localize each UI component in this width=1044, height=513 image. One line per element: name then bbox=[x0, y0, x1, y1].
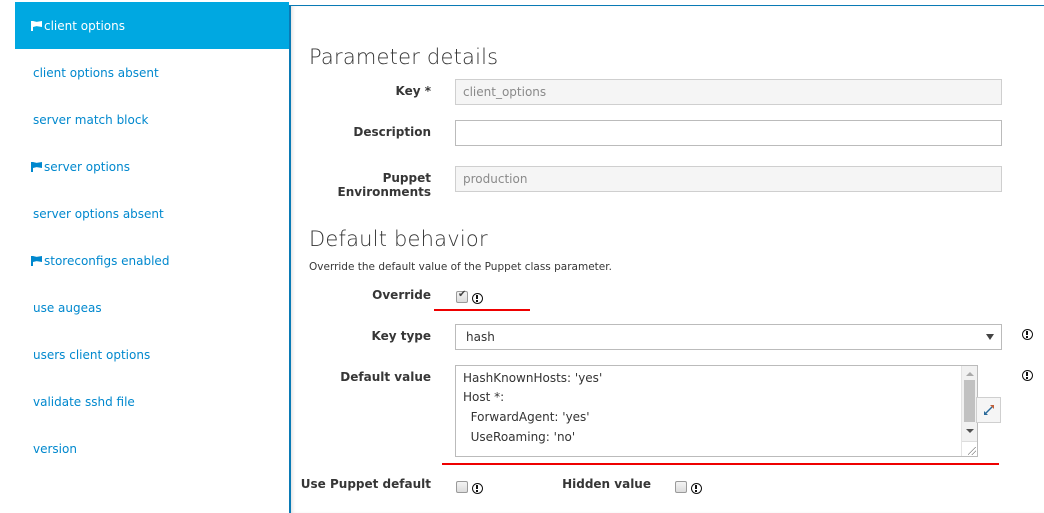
sidebar-item-server-options[interactable]: server options bbox=[15, 143, 289, 190]
sidebar-item-users-client-options[interactable]: users client options bbox=[15, 331, 289, 378]
sidebar-item-label: storeconfigs enabled bbox=[44, 253, 170, 268]
annotation-underline-default-value bbox=[442, 463, 999, 465]
code-line: HashKnownHosts: 'yes' bbox=[463, 371, 603, 385]
key-input[interactable]: client_options bbox=[455, 79, 1002, 105]
override-help-text: Override the default value of the Puppet… bbox=[309, 261, 612, 273]
sidebar-item-label: use augeas bbox=[33, 300, 102, 315]
code-line: ForwardAgent: 'yes' bbox=[463, 410, 590, 424]
expand-arrows-icon bbox=[984, 405, 994, 415]
scroll-up-arrow-icon[interactable] bbox=[966, 372, 974, 376]
fullscreen-button[interactable] bbox=[976, 397, 1001, 423]
use-puppet-default-label: Use Puppet default bbox=[300, 477, 431, 491]
key-type-select[interactable]: hash bbox=[455, 324, 1002, 350]
scroll-down-arrow-icon[interactable] bbox=[966, 429, 974, 433]
sidebar-item-server-options-absent[interactable]: server options absent bbox=[15, 190, 289, 237]
hidden-value-checkbox[interactable] bbox=[675, 481, 687, 493]
override-checkbox[interactable] bbox=[456, 289, 468, 303]
chevron-down-icon bbox=[986, 334, 994, 340]
sidebar-item-label: version bbox=[33, 441, 77, 456]
sidebar-item-client-options[interactable]: client options bbox=[15, 2, 289, 49]
key-type-label: Key type bbox=[371, 329, 431, 343]
flag-icon bbox=[31, 256, 42, 266]
scroll-thumb[interactable] bbox=[964, 380, 975, 422]
key-type-value: hash bbox=[466, 330, 495, 344]
default-value-info-icon[interactable] bbox=[1022, 370, 1033, 381]
puppet-environments-input[interactable]: production bbox=[455, 166, 1002, 192]
override-label: Override bbox=[372, 288, 431, 302]
annotation-underline-override bbox=[434, 309, 530, 311]
sidebar-item-label: client options absent bbox=[33, 65, 159, 80]
sidebar-item-label: validate sshd file bbox=[33, 394, 135, 409]
description-label: Description bbox=[353, 125, 431, 139]
code-line: Host *: bbox=[463, 390, 505, 404]
resize-grip-icon[interactable] bbox=[968, 447, 976, 455]
sidebar-item-label: client options bbox=[44, 18, 125, 33]
sidebar-item-label: server options absent bbox=[33, 206, 164, 221]
key-label: Key * bbox=[395, 84, 431, 98]
parameter-details-heading: Parameter details bbox=[309, 45, 499, 69]
sidebar-item-storeconfigs-enabled[interactable]: storeconfigs enabled bbox=[15, 237, 289, 284]
override-info-icon[interactable] bbox=[472, 293, 483, 304]
sidebar-item-label: server match block bbox=[33, 112, 149, 127]
sidebar-item-client-options-absent[interactable]: client options absent bbox=[15, 49, 289, 96]
sidebar-item-label: server options bbox=[44, 159, 130, 174]
hidden-value-info-icon[interactable] bbox=[691, 483, 702, 494]
default-value-label: Default value bbox=[340, 370, 431, 384]
sidebar-item-use-augeas[interactable]: use augeas bbox=[15, 284, 289, 331]
flag-icon bbox=[31, 21, 42, 31]
puppet-environments-label: Puppet Environments bbox=[337, 171, 431, 199]
description-textarea[interactable] bbox=[455, 120, 1002, 146]
sidebar-item-server-match-block[interactable]: server match block bbox=[15, 96, 289, 143]
key-type-info-icon[interactable] bbox=[1022, 329, 1033, 340]
flag-icon bbox=[31, 162, 42, 172]
hidden-value-label: Hidden value bbox=[562, 477, 651, 491]
sidebar-item-validate-sshd-file[interactable]: validate sshd file bbox=[15, 378, 289, 425]
use-puppet-default-checkbox[interactable] bbox=[456, 481, 468, 493]
sidebar-item-label: users client options bbox=[33, 347, 151, 362]
sidebar-item-version[interactable]: version bbox=[15, 425, 289, 472]
default-value-editor[interactable]: HashKnownHosts: 'yes' Host *: ForwardAge… bbox=[455, 365, 978, 457]
editor-scrollbar[interactable] bbox=[961, 366, 977, 456]
code-line: UseRoaming: 'no' bbox=[463, 430, 576, 444]
default-behavior-heading: Default behavior bbox=[309, 227, 488, 251]
use-puppet-default-info-icon[interactable] bbox=[472, 483, 483, 494]
sidebar-nav: client options client options absent ser… bbox=[15, 0, 289, 513]
resize-corner[interactable] bbox=[962, 441, 977, 456]
